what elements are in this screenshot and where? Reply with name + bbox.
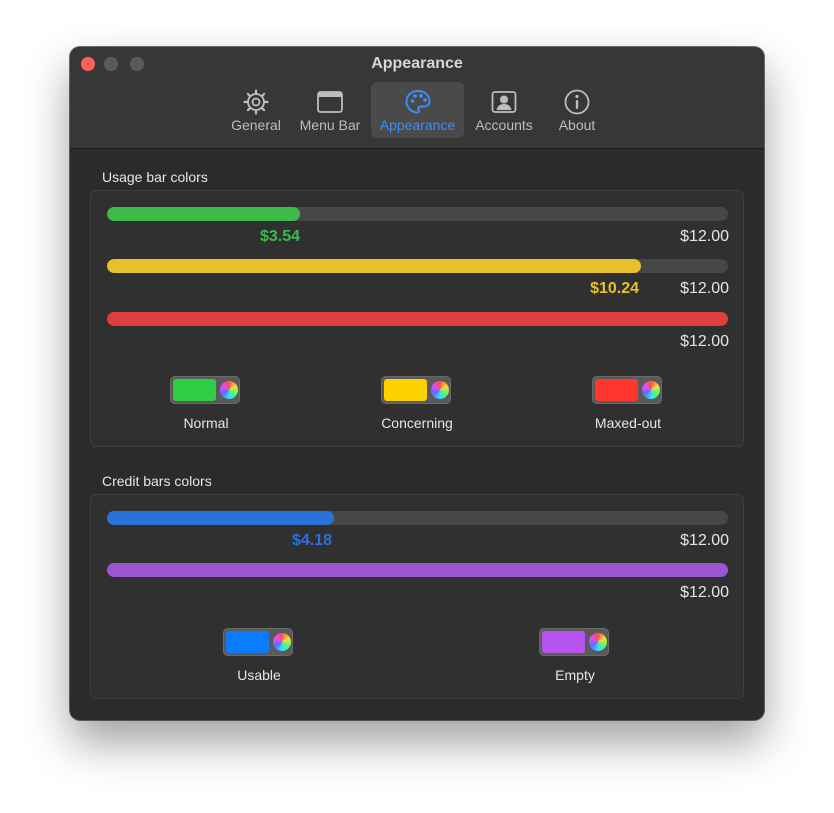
usage-bar-maxed-out [107, 312, 728, 326]
usage-bar-maxed-out-max: $12.00 [680, 333, 729, 350]
credit-bar-empty [107, 563, 728, 577]
usage-bar-concerning [107, 259, 728, 273]
maxed-out-color-well[interactable] [592, 376, 662, 404]
usable-color-swatch[interactable] [226, 631, 269, 653]
concerning-color-well[interactable] [381, 376, 451, 404]
usage-bar-concerning-value: $10.24 [590, 280, 639, 297]
color-wheel-icon[interactable] [589, 633, 607, 651]
credit-bar-usable-value: $4.18 [291, 532, 332, 549]
tab-accounts-label: Accounts [475, 117, 533, 133]
credit-bar-usable [107, 511, 728, 525]
tab-general[interactable]: General [226, 82, 286, 138]
title-bar: Appearance General Menu Bar Appearance A… [70, 47, 764, 149]
maxed-out-color-label: Maxed-out [594, 415, 662, 431]
tab-about-label: About [558, 117, 596, 133]
usage-bar-normal-value: $3.54 [259, 228, 300, 245]
empty-color-well[interactable] [539, 628, 609, 656]
concerning-color-label: Concerning [381, 415, 453, 431]
info-icon [564, 89, 590, 115]
tab-accounts[interactable]: Accounts [470, 82, 538, 138]
usage-bars-panel: $3.54 $12.00 $10.24 $12.00 $12.00 Normal… [90, 190, 744, 447]
tab-general-label: General [231, 117, 281, 133]
preferences-window: Appearance General Menu Bar Appearance A… [70, 47, 764, 720]
tab-about[interactable]: About [549, 82, 605, 138]
tab-menu-bar[interactable]: Menu Bar [296, 82, 364, 138]
window-title: Appearance [371, 55, 463, 72]
usage-bar-normal-max: $12.00 [680, 228, 729, 245]
color-wheel-icon[interactable] [642, 381, 660, 399]
tab-appearance[interactable]: Appearance [371, 82, 464, 138]
usage-bar-concerning-fill [107, 259, 642, 273]
normal-color-swatch[interactable] [173, 379, 216, 401]
color-wheel-icon[interactable] [431, 381, 449, 399]
account-icon [491, 91, 517, 113]
credit-bar-empty-max: $12.00 [680, 584, 729, 601]
gear-icon [243, 89, 269, 115]
credit-bar-usable-fill [107, 511, 334, 525]
palette-icon [405, 90, 430, 114]
tab-appearance-label: Appearance [379, 117, 456, 133]
empty-color-swatch[interactable] [542, 631, 585, 653]
normal-color-well[interactable] [170, 376, 240, 404]
empty-color-label: Empty [555, 667, 595, 683]
usage-section-title: Usage bar colors [102, 169, 208, 185]
usage-bar-normal-fill [107, 207, 300, 221]
usage-bar-normal [107, 207, 728, 221]
credit-bar-usable-max: $12.00 [680, 532, 729, 549]
usage-bar-maxed-out-fill [107, 312, 728, 326]
usable-color-well[interactable] [223, 628, 293, 656]
usage-bar-concerning-max: $12.00 [680, 280, 729, 297]
menu-bar-icon [317, 91, 343, 113]
usable-color-label: Usable [237, 667, 281, 683]
normal-color-label: Normal [183, 415, 229, 431]
maxed-out-color-swatch[interactable] [595, 379, 638, 401]
concerning-color-swatch[interactable] [384, 379, 427, 401]
credit-bars-panel: $4.18 $12.00 $12.00 Usable Empty [90, 494, 744, 699]
tab-menu-bar-label: Menu Bar [299, 117, 361, 133]
credit-bar-empty-fill [107, 563, 728, 577]
credit-section-title: Credit bars colors [102, 473, 212, 489]
color-wheel-icon[interactable] [220, 381, 238, 399]
color-wheel-icon[interactable] [273, 633, 291, 651]
